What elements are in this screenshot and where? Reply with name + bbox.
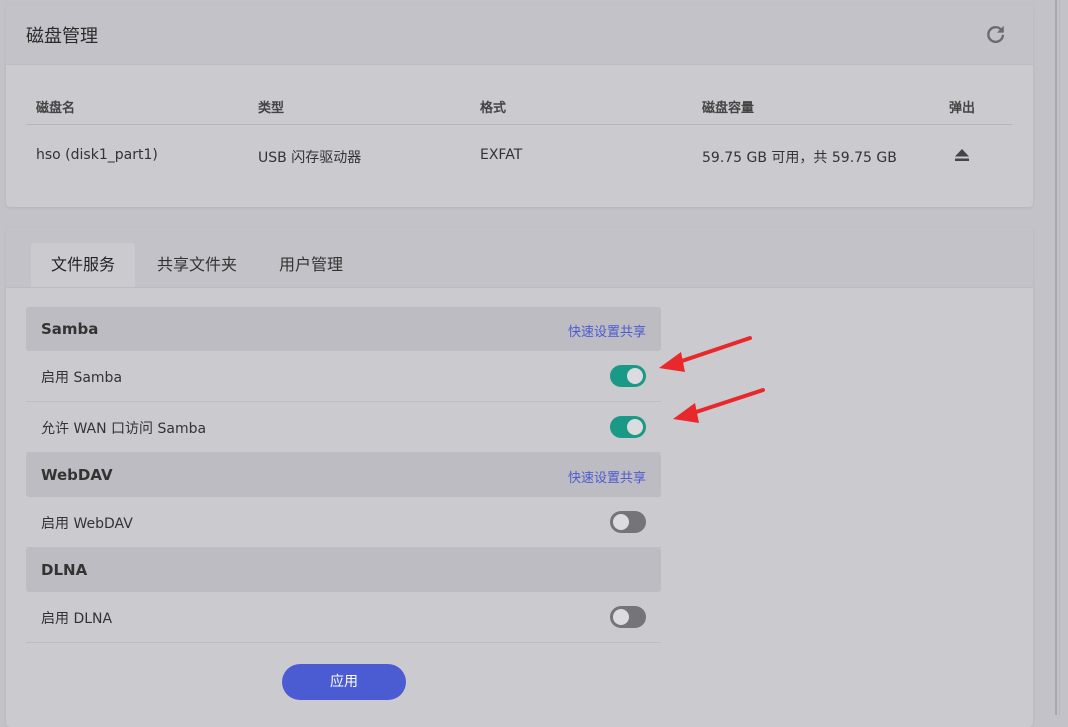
dlna-enable-toggle[interactable] (610, 606, 646, 628)
disk-table: 磁盘名 类型 格式 磁盘容量 弹出 hso (disk1_part1) USB … (26, 88, 1012, 187)
samba-enable-label: 启用 Samba (41, 370, 123, 386)
webdav-enable-label: 启用 WebDAV (41, 516, 133, 532)
toggle-knob (613, 514, 629, 530)
webdav-section-title: WebDAV (41, 466, 113, 484)
tab-shared-folders[interactable]: 共享文件夹 (137, 243, 257, 287)
file-service-card: 文件服务 共享文件夹 用户管理 Samba 快速设置共享 启用 Samba 允许… (6, 227, 1033, 727)
disk-management-card: 磁盘管理 磁盘名 类型 格式 磁盘容量 弹出 hso (disk1_part1)… (6, 4, 1033, 207)
eject-icon[interactable] (954, 147, 970, 163)
disk-capacity-cell: 59.75 GB 可用，共 59.75 GB (702, 150, 897, 166)
tab-user-management[interactable]: 用户管理 (259, 243, 363, 287)
header-eject: 弹出 (949, 101, 976, 116)
header-capacity: 磁盘容量 (702, 101, 755, 116)
header-disk-name: 磁盘名 (36, 101, 76, 116)
dlna-section: DLNA 启用 DLNA (26, 548, 661, 643)
samba-section: Samba 快速设置共享 启用 Samba 允许 WAN 口访问 Samba (26, 307, 661, 453)
webdav-section-header: WebDAV 快速设置共享 (26, 453, 661, 497)
samba-enable-row: 启用 Samba (26, 351, 661, 402)
samba-wan-toggle[interactable] (610, 416, 646, 438)
samba-section-header: Samba 快速设置共享 (26, 307, 661, 351)
toggle-knob (613, 609, 629, 625)
window-edge-line-2 (1059, 0, 1060, 715)
table-row: hso (disk1_part1) USB 闪存驱动器 EXFAT 59.75 … (26, 125, 1012, 187)
samba-quick-share-link[interactable]: 快速设置共享 (568, 321, 646, 340)
apply-button[interactable]: 应用 (282, 664, 406, 700)
toggle-knob (627, 419, 643, 435)
dlna-enable-label: 启用 DLNA (41, 611, 113, 627)
tab-bar: 文件服务 共享文件夹 用户管理 (6, 227, 1033, 288)
disk-table-header: 磁盘名 类型 格式 磁盘容量 弹出 (26, 88, 1012, 125)
dlna-enable-row: 启用 DLNA (26, 592, 661, 643)
tab-file-service[interactable]: 文件服务 (31, 243, 136, 287)
header-type: 类型 (258, 101, 285, 116)
toggle-knob (627, 368, 643, 384)
samba-wan-label: 允许 WAN 口访问 Samba (41, 421, 207, 437)
webdav-enable-row: 启用 WebDAV (26, 497, 661, 548)
arrow-to-samba-wan (673, 388, 765, 423)
dlna-section-header: DLNA (26, 548, 661, 592)
disk-card-header: 磁盘管理 (6, 4, 1033, 65)
window-edge-line (1055, 0, 1057, 715)
samba-enable-toggle[interactable] (610, 365, 646, 387)
red-arrow-annotation (659, 336, 765, 423)
samba-section-title: Samba (41, 320, 99, 338)
arrow-to-samba-enable (659, 336, 752, 372)
disk-format-cell: EXFAT (480, 147, 523, 163)
disk-card-title: 磁盘管理 (26, 26, 98, 47)
webdav-enable-toggle[interactable] (610, 511, 646, 533)
samba-wan-row: 允许 WAN 口访问 Samba (26, 402, 661, 453)
refresh-icon[interactable] (985, 23, 1007, 45)
header-format: 格式 (480, 101, 507, 116)
dlna-section-title: DLNA (41, 561, 88, 579)
webdav-section: WebDAV 快速设置共享 启用 WebDAV (26, 453, 661, 548)
disk-type-cell: USB 闪存驱动器 (258, 150, 362, 166)
webdav-quick-share-link[interactable]: 快速设置共享 (568, 467, 646, 486)
disk-name-cell: hso (disk1_part1) (36, 147, 158, 163)
